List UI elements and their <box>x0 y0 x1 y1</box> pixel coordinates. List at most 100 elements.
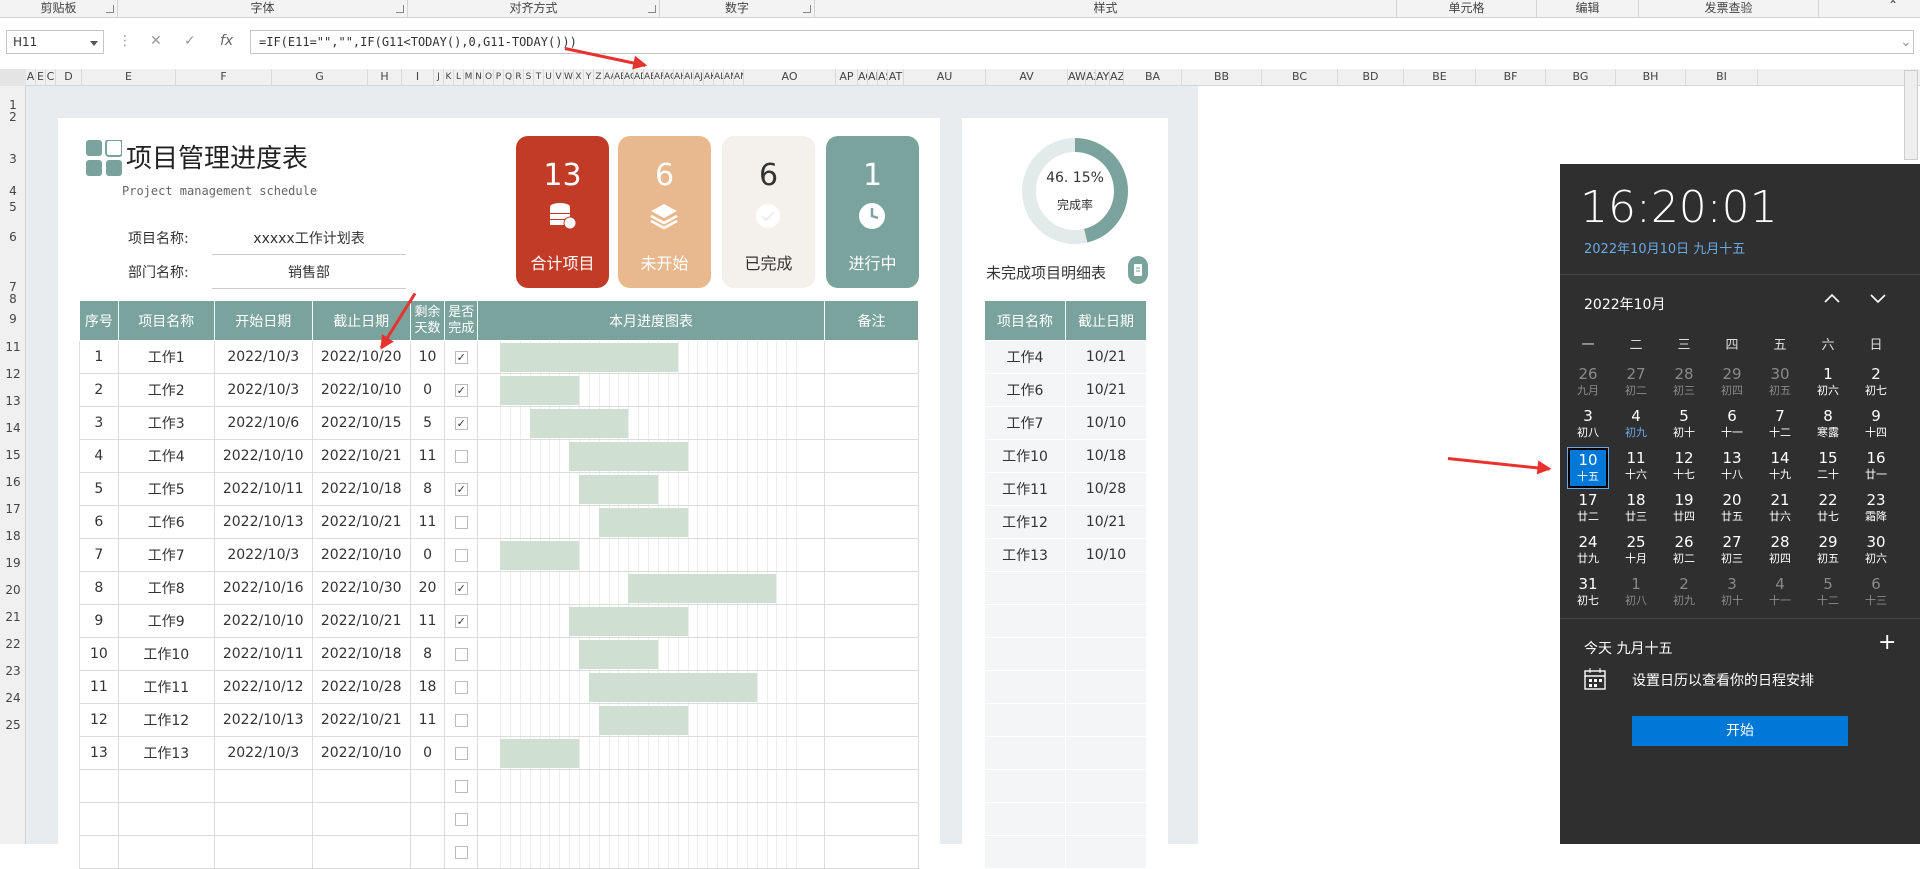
side-end-date[interactable]: 10/21 <box>1065 505 1147 539</box>
side-project-name[interactable]: 工作11 <box>984 472 1066 506</box>
calendar-day[interactable]: 1 初六 <box>1808 364 1848 404</box>
remark-cell[interactable] <box>824 835 919 869</box>
vertical-scrollbar[interactable] <box>1904 70 1918 160</box>
start-date[interactable]: 2022/10/11 <box>213 472 313 506</box>
done-checkbox-cell[interactable] <box>444 736 479 770</box>
column-header-cell[interactable]: H <box>368 69 402 86</box>
row-number[interactable]: 10 <box>79 637 119 671</box>
dialog-launcher-icon[interactable] <box>106 5 114 13</box>
start-date[interactable]: 2022/10/10 <box>213 604 313 638</box>
name-box[interactable]: H11 <box>6 30 104 54</box>
done-checkbox-cell[interactable] <box>444 637 479 671</box>
column-header-cell[interactable]: A <box>26 69 36 86</box>
side-end-date[interactable]: 10/21 <box>1065 340 1147 374</box>
column-header-cell[interactable]: AP <box>836 69 858 86</box>
calendar-day[interactable]: 2 初九 <box>1664 574 1704 614</box>
empty-cell[interactable] <box>409 802 446 836</box>
empty-cell[interactable] <box>984 571 1066 605</box>
row-header-cell[interactable]: 18 <box>0 529 26 543</box>
add-event-icon[interactable]: + <box>1878 630 1896 655</box>
project-name[interactable]: 工作11 <box>117 670 215 704</box>
remaining-days[interactable]: 0 <box>409 736 446 770</box>
column-header-cell[interactable]: BA <box>1124 69 1182 86</box>
start-date[interactable]: 2022/10/16 <box>213 571 313 605</box>
empty-cell[interactable] <box>117 802 215 836</box>
row-number[interactable]: 2 <box>79 373 119 407</box>
column-header[interactable]: 本月进度图表 <box>477 300 826 341</box>
remaining-days[interactable]: 0 <box>409 373 446 407</box>
column-header-cell[interactable]: N <box>474 69 484 86</box>
empty-cell[interactable] <box>311 769 411 803</box>
column-header-cell[interactable]: R <box>514 69 524 86</box>
start-date[interactable]: 2022/10/13 <box>213 505 313 539</box>
calendar-day[interactable]: 30 初六 <box>1856 532 1896 572</box>
column-header-cell[interactable]: AY <box>1096 69 1110 86</box>
row-header-cell[interactable]: 22 <box>0 637 26 651</box>
empty-cell[interactable] <box>79 835 119 869</box>
calendar-day[interactable]: 6 十一 <box>1712 406 1752 446</box>
side-end-date[interactable]: 10/10 <box>1065 538 1147 572</box>
done-checkbox[interactable]: ✓ <box>454 350 468 364</box>
column-header-cell[interactable]: AN <box>734 69 744 86</box>
end-date[interactable]: 2022/10/21 <box>311 439 411 473</box>
remark-cell[interactable] <box>824 769 919 803</box>
calendar-day[interactable]: 1 初八 <box>1616 574 1656 614</box>
column-header[interactable]: 序号 <box>79 300 119 341</box>
remark-cell[interactable] <box>824 406 919 440</box>
empty-cell[interactable] <box>1065 703 1147 737</box>
done-checkbox[interactable]: ✓ <box>454 581 468 595</box>
calendar-day[interactable]: 29 初五 <box>1808 532 1848 572</box>
calendar-day[interactable]: 14 十九 <box>1760 448 1800 488</box>
calendar-day[interactable]: 28 初三 <box>1664 364 1704 404</box>
calendar-day[interactable]: 27 初三 <box>1712 532 1752 572</box>
calendar-day[interactable]: 22 廿七 <box>1808 490 1848 530</box>
calendar-day[interactable]: 8 寒露 <box>1808 406 1848 446</box>
empty-cell[interactable] <box>984 703 1066 737</box>
done-checkbox-cell[interactable] <box>444 505 479 539</box>
column-header-cell[interactable]: W <box>564 69 574 86</box>
done-checkbox-cell[interactable]: ✓ <box>444 340 479 374</box>
function-icon[interactable]: fx <box>220 33 233 49</box>
calendar-day[interactable]: 26 初二 <box>1664 532 1704 572</box>
column-header-cell[interactable]: AK <box>704 69 714 86</box>
column-header-cell[interactable]: K <box>444 69 454 86</box>
calendar-day[interactable]: 31 初七 <box>1568 574 1608 614</box>
remark-cell[interactable] <box>824 505 919 539</box>
empty-cell[interactable] <box>984 802 1066 836</box>
remark-cell[interactable] <box>824 637 919 671</box>
side-column-header[interactable]: 项目名称 <box>984 300 1066 341</box>
calendar-day[interactable]: 18 廿三 <box>1616 490 1656 530</box>
column-header[interactable]: 是否 完成 <box>444 300 479 341</box>
remaining-days[interactable]: 10 <box>409 340 446 374</box>
row-number[interactable]: 4 <box>79 439 119 473</box>
column-header[interactable]: 备注 <box>824 300 919 341</box>
remaining-days[interactable]: 0 <box>409 538 446 572</box>
start-date[interactable]: 2022/10/11 <box>213 637 313 671</box>
end-date[interactable]: 2022/10/18 <box>311 637 411 671</box>
expand-formula-icon[interactable]: ⌄ <box>1900 34 1912 50</box>
column-header-cell[interactable]: AQ <box>858 69 868 86</box>
column-header-cell[interactable]: M <box>464 69 474 86</box>
column-header-cell[interactable]: AM <box>724 69 734 86</box>
calendar-day[interactable]: 25 十月 <box>1616 532 1656 572</box>
row-header-cell[interactable]: 23 <box>0 664 26 678</box>
column-header[interactable]: 剩余 天数 <box>409 300 446 341</box>
column-header-cell[interactable]: AX <box>1086 69 1096 86</box>
column-header-cell[interactable]: BG <box>1546 69 1616 86</box>
empty-cell[interactable] <box>1065 604 1147 638</box>
column-header-cell[interactable]: AG <box>664 69 674 86</box>
side-end-date[interactable]: 10/28 <box>1065 472 1147 506</box>
column-header-cell[interactable]: I <box>402 69 434 86</box>
end-date[interactable]: 2022/10/21 <box>311 703 411 737</box>
empty-cell[interactable] <box>984 769 1066 803</box>
column-header-cell[interactable]: BI <box>1686 69 1758 86</box>
column-header-cell[interactable]: G <box>272 69 368 86</box>
end-date[interactable]: 2022/10/30 <box>311 571 411 605</box>
calendar-day[interactable]: 17 廿二 <box>1568 490 1608 530</box>
remaining-days[interactable]: 5 <box>409 406 446 440</box>
empty-cell[interactable] <box>117 835 215 869</box>
column-header[interactable]: 开始日期 <box>213 300 313 341</box>
empty-cell[interactable] <box>984 670 1066 704</box>
row-header-cell[interactable]: 8 <box>0 292 26 306</box>
remark-cell[interactable] <box>824 538 919 572</box>
